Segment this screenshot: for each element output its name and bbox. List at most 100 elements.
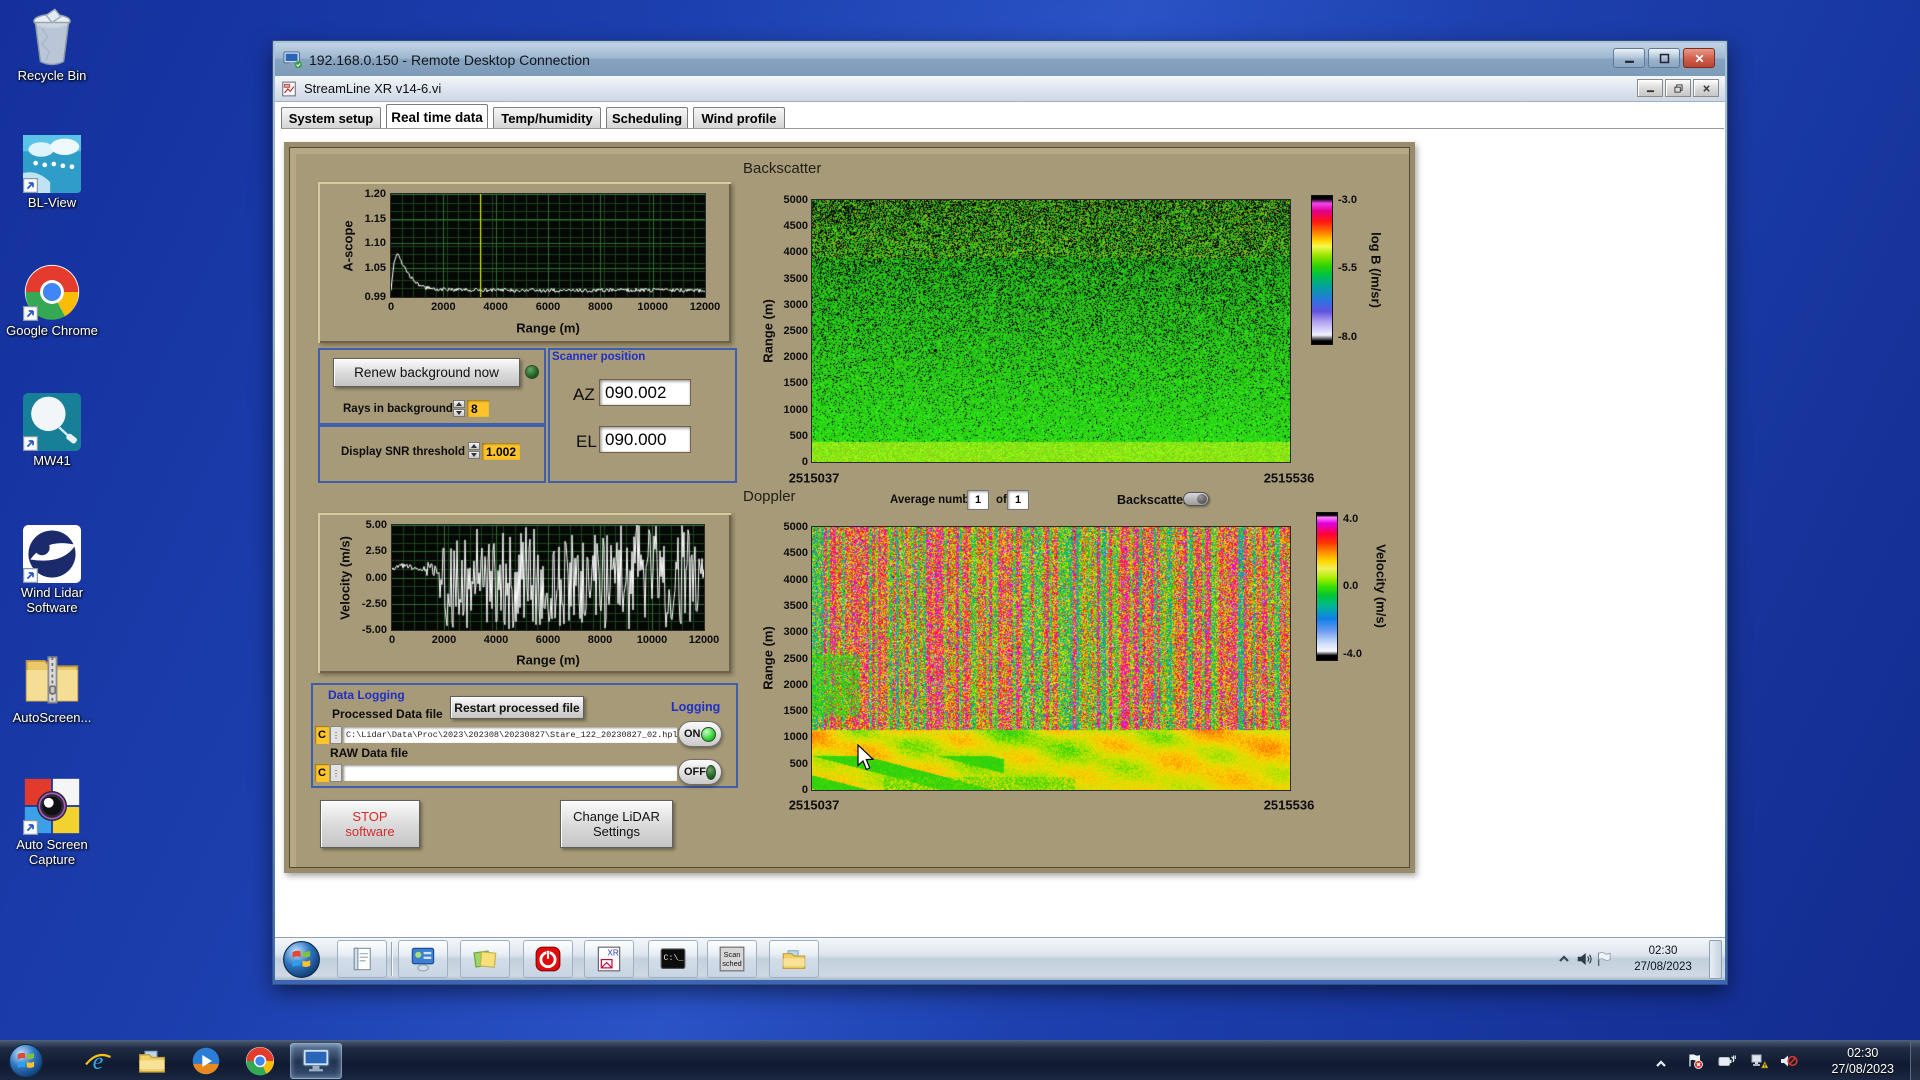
remote-taskbar-sticky-notes-button[interactable] [460,940,510,978]
processed-drive-letter[interactable]: C [315,726,329,744]
remote-volume-icon[interactable] [1576,951,1592,967]
average-number-field[interactable]: 1 [968,491,988,509]
app-close-button[interactable] [1693,79,1719,97]
axis-label: 2000 [431,301,455,313]
doppler-heatmap-canvas [812,527,1290,790]
axis-label: 4000 [484,634,508,646]
axis-label: -5.5 [1338,262,1357,274]
rdp-maximize-button[interactable] [1648,48,1680,68]
remote-clock[interactable]: 02:30 27/08/2023 [1623,944,1703,975]
remote-tray-expand-icon[interactable] [1556,951,1572,967]
change-lidar-settings-button[interactable]: Change LiDAR Settings [560,800,673,848]
background-led-indicator [525,365,539,379]
renew-background-button[interactable]: Renew background now [333,358,520,387]
snr-value-field[interactable]: 1.002 [482,443,520,460]
host-clock[interactable]: 02:30 27/08/2023 [1831,1045,1894,1078]
processed-path-field[interactable]: C:\Lidar\Data\Proc\2023\202308\20230827\… [343,727,677,743]
stop-line2: software [345,824,394,839]
rdp-window-title: 192.168.0.150 - Remote Desktop Connectio… [309,52,590,68]
shortcut-arrow-icon [23,178,38,193]
tab-scheduling[interactable]: Scheduling [606,107,688,129]
axis-label: Range (m) [761,626,776,690]
streamline-front-panel: Backscatter Doppler 1.20 1.15 1.10 1.05 0.99… [284,142,1415,873]
remote-taskbar-notepad-button[interactable] [337,940,387,978]
stop-software-button[interactable]: STOP software [320,800,420,848]
desktop-icon-recycle-bin[interactable]: Recycle Bin [6,8,98,84]
remote-date: 27/08/2023 [1634,961,1692,973]
axis-label: 0.99 [365,291,386,303]
host-tray-expand-icon[interactable] [1652,1056,1670,1072]
snr-spinner[interactable] [468,442,480,459]
restart-processed-file-button[interactable]: Restart processed file [450,696,584,719]
host-taskbar-media-player-button[interactable] [180,1043,232,1079]
desktop-icon-bl-view[interactable]: BL-View [6,135,98,211]
axis-label: 4000 [483,301,507,313]
axis-label: 8000 [588,301,612,313]
background-controls-box: Renew background now Rays in background … [318,348,546,425]
raw-path-browse-icon[interactable]: ⋮ [330,764,342,782]
rdp-titlebar[interactable]: 192.168.0.150 - Remote Desktop Connectio… [275,43,1725,76]
host-taskbar-google-chrome-button[interactable] [234,1043,286,1079]
host-network-warning-icon[interactable] [1750,1053,1768,1069]
remote-taskbar-start-button[interactable] [282,940,321,979]
chrome-icon [245,1046,275,1076]
raw-logging-toggle[interactable]: OFF [678,759,722,785]
app-titlebar[interactable]: StreamLine XR v14-6.vi [275,76,1725,102]
rdp-close-button[interactable] [1683,48,1715,68]
backscatter-display-toggle[interactable] [1183,492,1209,506]
data-logging-title: Data Logging [328,688,405,702]
host-show-desktop-button[interactable] [1910,1041,1920,1080]
axis-label: 3000 [784,626,808,638]
desktop-icon-wind-lidar-software[interactable]: Wind Lidar Software [6,525,98,616]
tab-strip: System setup Real time data Temp/humidity S… [281,104,790,129]
zip-folder-icon [23,650,81,708]
app-minimize-button[interactable] [1637,79,1663,97]
axis-label: 0 [802,784,808,796]
remote-action-center-flag-icon[interactable] [1595,951,1611,967]
tab-system-setup[interactable]: System setup [281,107,381,129]
host-taskbar-remote-desktop-button[interactable] [290,1043,342,1079]
shortcut-arrow-icon [23,820,38,835]
svg-text:sched: sched [722,959,742,968]
remote-taskbar-scan-scheduler-button[interactable]: Scan sched [707,940,757,978]
mouse-cursor [855,744,875,772]
tab-temp-humidity[interactable]: Temp/humidity [493,107,601,129]
remote-taskbar-file-explorer-button[interactable] [769,940,819,978]
host-battery-icon[interactable] [1718,1053,1736,1069]
tab-wind-profile[interactable]: Wind profile [693,107,785,129]
remote-taskbar-streamline-xr-button[interactable]: XR [584,940,634,978]
remote-taskbar-stop-application-button[interactable] [523,940,573,978]
rays-value-field[interactable]: 8 [467,400,489,417]
rays-spinner[interactable] [453,400,465,417]
host-taskbar-windows-explorer-button[interactable] [126,1043,178,1079]
desktop-icon-google-chrome[interactable]: Google Chrome [6,263,98,339]
host-taskbar-internet-explorer-button[interactable]: e [72,1043,124,1079]
rdp-minimize-button[interactable] [1613,48,1645,68]
axis-label: 1.15 [365,213,386,225]
app-restore-button[interactable] [1665,79,1691,97]
host-taskbar-start-button[interactable] [8,1043,44,1079]
shortcut-arrow-icon [23,306,38,321]
processed-path-browse-icon[interactable]: ⋮ [330,726,342,744]
remote-taskbar-command-prompt-button[interactable]: C:\_ [648,940,698,978]
desktop-icon-autoscreen-zip[interactable]: AutoScreen... [6,650,98,726]
raw-path-field[interactable] [343,765,677,781]
desktop-icon-mw41[interactable]: MW41 [6,393,98,469]
app-window-title: StreamLine XR v14-6.vi [304,81,441,96]
raw-drive-letter[interactable]: C [315,764,329,782]
processed-logging-toggle[interactable]: ON [678,721,722,747]
raw-data-file-label: RAW Data file [330,746,408,760]
axis-label: 5000 [784,521,808,533]
axis-label: 1500 [784,377,808,389]
axis-label: 1000 [784,731,808,743]
cmd-icon: C:\_ [660,946,686,972]
remote-show-desktop-button[interactable] [1709,940,1722,979]
host-action-center-icon[interactable] [1686,1053,1704,1069]
axis-label: 1500 [784,705,808,717]
host-volume-muted-icon[interactable] [1780,1053,1798,1069]
remote-taskbar-system-monitor-button[interactable] [398,940,448,978]
tab-real-time-data[interactable]: Real time data [386,104,488,129]
desktop-icon-auto-screen-capture[interactable]: Auto Screen Capture [6,777,98,868]
desktop-icon-label: Auto Screen Capture [6,838,98,868]
average-total-field[interactable]: 1 [1008,491,1028,509]
